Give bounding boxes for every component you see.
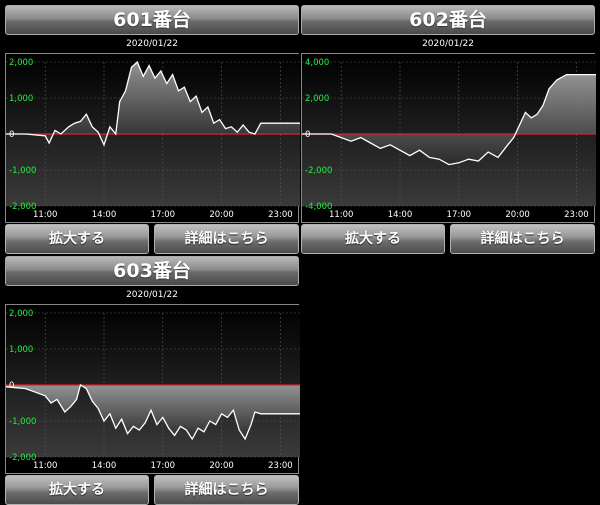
zoom-button[interactable]: 拡大する [5, 224, 149, 254]
machine-title: 603番台 [5, 256, 299, 286]
x-tick-label: 23:00 [268, 461, 293, 471]
x-tick-label: 20:00 [209, 210, 234, 220]
x-tick-label: 11:00 [329, 210, 354, 220]
y-tick-label: 0 [305, 130, 310, 140]
zoom-button[interactable]: 拡大する [301, 224, 445, 254]
x-tick-label: 11:00 [33, 210, 58, 220]
plot-background [6, 305, 300, 457]
y-tick-label: 2,000 [9, 58, 33, 68]
zoom-button[interactable]: 拡大する [5, 475, 149, 505]
x-tick-label: 14:00 [388, 210, 413, 220]
y-tick-label: -1,000 [9, 417, 36, 427]
chart-date: 2020/01/22 [126, 290, 178, 300]
y-tick-label: 1,000 [9, 345, 33, 355]
x-tick-label: 20:00 [505, 210, 529, 220]
x-tick-label: 14:00 [92, 210, 117, 220]
y-tick-label: 0 [9, 381, 14, 391]
slump-chart: 2,000 1,000 0 -1,000 -2,000 11:00 14:00 17:00 20… [5, 304, 300, 474]
x-tick-label: 17:00 [151, 210, 176, 220]
details-button[interactable]: 詳細はこちら [154, 224, 299, 254]
x-tick-label: 23:00 [564, 210, 589, 220]
slump-chart-svg: 4,0002,0000-2,000-4,00011:00 14:00 17:00 20… [302, 54, 596, 220]
slump-chart: 2,000 1,000 0 -1,000 -2,000 11:00 14:00 17:00 20… [5, 53, 300, 223]
machine-title: 602番台 [301, 5, 595, 35]
details-button[interactable]: 詳細はこちら [450, 224, 595, 254]
x-tick-label: 14:00 [92, 461, 117, 471]
y-tick-label: 2,000 [9, 309, 33, 319]
x-tick-label: 11:00 [33, 461, 58, 471]
y-tick-label: 2,000 [305, 94, 329, 104]
y-tick-label: -1,000 [9, 166, 36, 176]
slump-chart-svg: 2,0001,0000-1,000-2,00011:00 14:00 17:00 20… [6, 54, 300, 220]
chart-date: 2020/01/22 [422, 39, 474, 49]
y-tick-label: 1,000 [9, 94, 33, 104]
x-tick-label: 20:00 [209, 461, 234, 471]
slump-chart-svg: 2,0001,0000-1,000-2,00011:00 14:00 17:00 20… [6, 305, 300, 471]
y-tick-label: 4,000 [305, 58, 329, 68]
chart-date: 2020/01/22 [126, 39, 178, 49]
machine-title: 601番台 [5, 5, 299, 35]
x-tick-label: 17:00 [447, 210, 472, 220]
y-tick-label: -2,000 [305, 166, 332, 176]
y-tick-label: 0 [9, 130, 14, 140]
x-tick-label: 23:00 [268, 210, 293, 220]
x-tick-label: 17:00 [151, 461, 176, 471]
slump-chart: 4,000 2,000 0 -2,000 -4,000 11:00 14:00 17:00 20… [301, 53, 596, 223]
details-button[interactable]: 詳細はこちら [154, 475, 299, 505]
